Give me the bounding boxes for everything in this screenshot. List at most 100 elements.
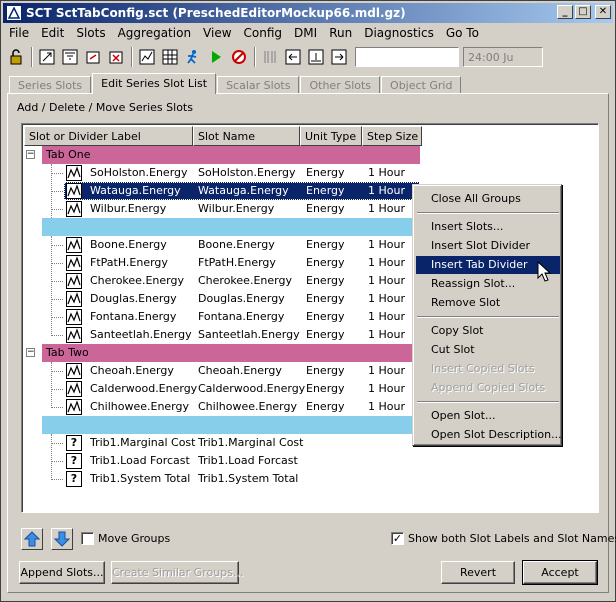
minimize-button[interactable]: _ bbox=[557, 5, 573, 19]
slot-name: Douglas.Energy bbox=[198, 292, 285, 305]
menu-edit[interactable]: Edit bbox=[35, 25, 70, 43]
menu-run[interactable]: Run bbox=[323, 25, 358, 43]
series-slot-icon bbox=[66, 399, 82, 415]
lock-icon[interactable] bbox=[5, 46, 27, 68]
stop-icon[interactable] bbox=[228, 46, 250, 68]
menu-insert-slot-divider[interactable]: Insert Slot Divider bbox=[416, 237, 560, 255]
collapse-icon[interactable]: − bbox=[26, 150, 35, 159]
slot-name: SoHolston.Energy bbox=[198, 166, 296, 179]
dock-left-icon[interactable] bbox=[282, 46, 304, 68]
menu-cut-slot[interactable]: Cut Slot bbox=[416, 341, 560, 359]
menu-diagnostics[interactable]: Diagnostics bbox=[358, 25, 440, 43]
slot-row[interactable]: ? Trib1.Load Forcast Trib1.Load Forcast bbox=[24, 452, 424, 470]
show-both-checkbox[interactable]: ✓ bbox=[391, 532, 404, 545]
slot-label: Fontana.Energy bbox=[90, 310, 177, 323]
delete-object-icon[interactable] bbox=[105, 46, 127, 68]
series-slot-icon bbox=[66, 363, 82, 379]
menu-remove-slot[interactable]: Remove Slot bbox=[416, 294, 560, 312]
step-size: 1 Hour bbox=[368, 238, 405, 251]
tab-object-grid[interactable]: Object Grid bbox=[381, 76, 462, 94]
slot-row[interactable]: Cherokee.Energy Cherokee.Energy Energy 1 Ho… bbox=[24, 272, 424, 290]
plot-icon[interactable] bbox=[136, 46, 158, 68]
append-slots-button[interactable]: Append Slots... bbox=[19, 561, 105, 584]
menu-insert-slots[interactable]: Insert Slots... bbox=[416, 218, 560, 236]
slot-row[interactable]: FtPatH.Energy FtPatH.Energy Energy 1 Hour bbox=[24, 254, 424, 272]
series-slot-icon bbox=[66, 237, 82, 253]
play-icon[interactable] bbox=[205, 46, 227, 68]
slot-row[interactable]: ? Trib1.Marginal Cost Trib1.Marginal Cost bbox=[24, 434, 424, 452]
slot-name: Wilbur.Energy bbox=[198, 202, 275, 215]
dock-bottom-icon[interactable] bbox=[305, 46, 327, 68]
toolbar-input[interactable] bbox=[355, 47, 459, 67]
menu-slots[interactable]: Slots bbox=[70, 25, 111, 43]
column-header-unit-type[interactable]: Unit Type bbox=[300, 126, 362, 146]
step-size: 1 Hour bbox=[368, 292, 405, 305]
runner-icon[interactable] bbox=[182, 46, 204, 68]
slot-row[interactable]: Watauga.Energy Watauga.Energy Energy 1 Hour bbox=[24, 182, 424, 200]
menu-aggregation[interactable]: Aggregation bbox=[112, 25, 197, 43]
column-header-slot-name[interactable]: Slot Name bbox=[193, 126, 300, 146]
menu-config[interactable]: Config bbox=[238, 25, 289, 43]
menu-open-slot-description[interactable]: Open Slot Description... bbox=[416, 426, 562, 444]
unknown-slot-icon: ? bbox=[66, 435, 82, 451]
slot-row[interactable]: Chilhowee.Energy Chilhowee.Energy Energy 1 … bbox=[24, 398, 424, 416]
grid-icon[interactable] bbox=[159, 46, 181, 68]
tree-connector-line bbox=[51, 407, 63, 408]
slot-name: Fontana.Energy bbox=[198, 310, 285, 323]
slot-label: Trib1.System Total bbox=[90, 472, 191, 485]
tree-connector-line bbox=[51, 191, 63, 192]
slot-row[interactable]: Santeetlah.Energy Santeetlah.Energy Energy… bbox=[24, 326, 424, 344]
menu-view[interactable]: View bbox=[197, 25, 237, 43]
series-slot-icon bbox=[66, 309, 82, 325]
close-button[interactable]: ✕ bbox=[595, 5, 611, 19]
tab-series-slots[interactable]: Series Slots bbox=[9, 76, 92, 94]
timestep-field[interactable]: 24:00 Ju bbox=[463, 47, 543, 67]
tab-scalar-slots[interactable]: Scalar Slots bbox=[217, 76, 300, 94]
revert-button[interactable]: Revert bbox=[441, 561, 515, 584]
toolbar: 24:00 Ju bbox=[5, 44, 613, 70]
unit-type: Energy bbox=[306, 256, 345, 269]
tab-divider-row[interactable]: − Tab Two bbox=[26, 344, 420, 362]
open-object-icon[interactable] bbox=[82, 46, 104, 68]
link-icon[interactable] bbox=[36, 46, 58, 68]
column-header-step-size[interactable]: Step Size bbox=[362, 126, 422, 146]
slot-row[interactable]: Boone.Energy Boone.Energy Energy 1 Hour bbox=[24, 236, 424, 254]
move-groups-checkbox[interactable] bbox=[81, 532, 94, 545]
slot-row[interactable]: SoHolston.Energy SoHolston.Energy Energy 1 … bbox=[24, 164, 424, 182]
window-title: SCT SctTabConfig.sct (PreschedEditorMock… bbox=[26, 6, 406, 20]
slot-row[interactable]: Wilbur.Energy Wilbur.Energy Energy 1 Hour bbox=[24, 200, 424, 218]
tab-other-slots[interactable]: Other Slots bbox=[300, 76, 381, 94]
tab-divider-row[interactable]: − Tab One bbox=[26, 146, 420, 164]
maximize-button[interactable]: □ bbox=[575, 5, 591, 19]
tree-connector-line bbox=[51, 317, 63, 318]
menu-close-all-groups[interactable]: Close All Groups bbox=[416, 190, 560, 208]
tab-edit-series-slot-list[interactable]: Edit Series Slot List bbox=[92, 73, 217, 94]
slot-name: Santeetlah.Energy bbox=[198, 328, 300, 341]
slot-row[interactable]: Cheoah.Energy Cheoah.Energy Energy 1 Hour bbox=[24, 362, 424, 380]
dock-right-icon[interactable] bbox=[328, 46, 350, 68]
menu-open-slot[interactable]: Open Slot... bbox=[416, 407, 560, 425]
menu-goto[interactable]: Go To bbox=[440, 25, 485, 43]
collapse-icon[interactable]: − bbox=[26, 348, 35, 357]
column-header-label[interactable]: Slot or Divider Label bbox=[24, 126, 193, 146]
menu-dmi[interactable]: DMI bbox=[288, 25, 323, 43]
series-slot-icon bbox=[66, 201, 82, 217]
menu-file[interactable]: File bbox=[3, 25, 35, 43]
toolbar-separator bbox=[31, 47, 33, 67]
columns-icon[interactable] bbox=[259, 46, 281, 68]
move-down-button[interactable] bbox=[51, 528, 73, 550]
menu-copy-slot[interactable]: Copy Slot bbox=[416, 322, 560, 340]
slot-row[interactable]: Calderwood.Energy Calderwood.Energy Energy… bbox=[24, 380, 424, 398]
toolbar-separator bbox=[131, 47, 133, 67]
accept-button[interactable]: Accept bbox=[522, 560, 598, 585]
slot-row[interactable]: Douglas.Energy Douglas.Energy Energy 1 Hour bbox=[24, 290, 424, 308]
slot-row[interactable]: ? Trib1.System Total Trib1.System Total bbox=[24, 470, 424, 488]
slot-divider-row[interactable] bbox=[42, 416, 420, 434]
move-up-button[interactable] bbox=[21, 528, 43, 550]
tree-connector-line bbox=[51, 209, 63, 210]
slot-row[interactable]: Fontana.Energy Fontana.Energy Energy 1 Hour bbox=[24, 308, 424, 326]
title-bar[interactable]: SCT SctTabConfig.sct (PreschedEditorMock… bbox=[3, 3, 613, 23]
slot-divider-row[interactable] bbox=[42, 218, 420, 236]
filter-icon[interactable] bbox=[59, 46, 81, 68]
slot-name: Cherokee.Energy bbox=[198, 274, 292, 287]
